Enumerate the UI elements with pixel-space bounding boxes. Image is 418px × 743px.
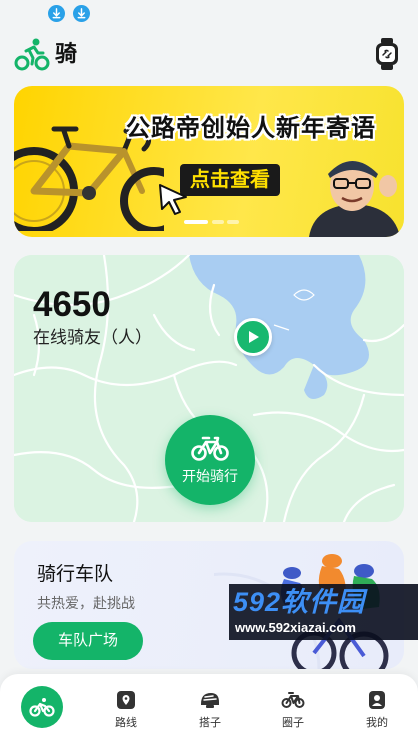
tab-partner[interactable]: 搭子 xyxy=(188,674,232,743)
carousel-dot-active xyxy=(184,220,208,224)
promo-banner[interactable]: 公路帝创始人新年寄语 点击查看 xyxy=(14,86,404,237)
bike-icon xyxy=(29,698,55,717)
tab-circle[interactable]: 圈子 xyxy=(271,674,315,743)
play-button[interactable] xyxy=(234,318,272,356)
team-card-title: 骑行车队 xyxy=(37,564,114,585)
watermark-url: www.592xiazai.com xyxy=(235,620,356,635)
start-riding-label: 开始骑行 xyxy=(182,468,238,484)
download-icon xyxy=(73,5,90,22)
bicycle-icon xyxy=(281,692,305,708)
tab-home[interactable] xyxy=(21,686,63,728)
banner-cta-button[interactable]: 点击查看 xyxy=(180,164,280,196)
status-bar xyxy=(0,0,418,28)
tab-label: 路线 xyxy=(115,717,137,729)
banner-title: 公路帝创始人新年寄语 xyxy=(126,115,376,142)
start-riding-button[interactable]: 开始骑行 xyxy=(165,415,255,505)
carousel-indicator xyxy=(184,220,239,224)
tab-mine[interactable]: 我的 xyxy=(355,674,399,743)
watermark-brand: 592软件园 xyxy=(233,587,366,617)
tab-route[interactable]: 路线 xyxy=(104,674,148,743)
online-count-label: 在线骑友（人） xyxy=(33,328,152,347)
site-watermark: 592软件园 www.592xiazai.com xyxy=(229,584,418,640)
online-count: 4650 xyxy=(33,285,111,324)
app-header: 骑 xyxy=(0,28,418,80)
page-title: 骑 xyxy=(55,41,78,66)
user-icon xyxy=(369,691,385,709)
carousel-dot xyxy=(227,220,239,224)
tab-label: 圈子 xyxy=(282,717,304,729)
download-icon xyxy=(48,5,65,22)
helmet-icon xyxy=(201,693,219,708)
team-plaza-button[interactable]: 车队广场 xyxy=(33,622,143,660)
bottom-tab-bar: 路线 搭子 圈子 我的 xyxy=(0,674,418,743)
founder-photo xyxy=(309,161,400,237)
tab-label: 搭子 xyxy=(199,717,221,729)
play-icon xyxy=(249,331,259,343)
route-map-icon xyxy=(117,691,135,709)
cyclist-logo-icon xyxy=(14,38,50,71)
riding-map-card: 4650 在线骑友（人） 开始骑行 xyxy=(14,255,404,522)
bicycle-icon xyxy=(191,436,229,461)
team-card-subtitle: 共热爱，赴挑战 xyxy=(37,595,135,611)
carousel-dot xyxy=(212,220,224,224)
smartwatch-icon[interactable] xyxy=(374,37,400,71)
cursor-arrow-icon xyxy=(159,184,187,215)
tab-label: 我的 xyxy=(366,717,388,729)
